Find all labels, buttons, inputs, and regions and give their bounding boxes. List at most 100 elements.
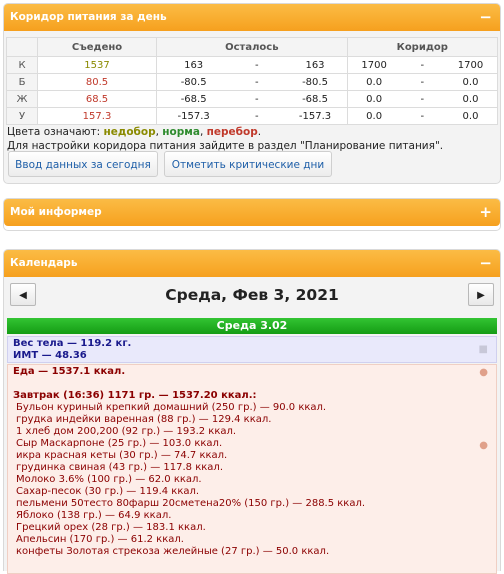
legend-prefix: Цвета означают: xyxy=(7,126,104,138)
legend-line: Цвета означают: недобор, норма, перебор. xyxy=(7,125,443,139)
mark-critical-days-button[interactable]: Отметить критические дни xyxy=(164,151,332,177)
collapse-icon[interactable]: − xyxy=(479,250,492,277)
list-item: пельмени 50тесто 80фарш 20сметена20% (15… xyxy=(16,498,366,509)
expand-icon[interactable]: + xyxy=(479,199,492,226)
header-corridor: Коридор xyxy=(346,37,499,57)
current-date: Среда, Фев 3, 2021 xyxy=(165,286,339,304)
collapse-icon[interactable]: − xyxy=(479,4,492,31)
corridor-b: 1700 xyxy=(457,59,484,71)
corridor-table: Съедено Осталось Коридор К 1537 163 - 16… xyxy=(6,37,499,125)
corridor-panel: Коридор питания за день − Съедено Остало… xyxy=(3,3,501,184)
prev-day-button[interactable]: ◀ xyxy=(10,283,36,306)
dash: - xyxy=(420,93,425,105)
table-row: Ж 68.5 -68.5 - -68.5 0.0 - 0.0 xyxy=(6,90,499,108)
dash: - xyxy=(420,110,425,122)
corridor-a: 1700 xyxy=(361,59,387,71)
header-eaten: Съедено xyxy=(37,37,157,57)
legend-norm: норма xyxy=(162,126,200,138)
list-item: Яблоко (138 гр.) — 64.9 ккал. xyxy=(16,510,172,521)
legend-sep: , xyxy=(199,126,207,138)
calendar-panel: Календарь − ◀ Среда, Фев 3, 2021 ▶ Среда… xyxy=(3,249,501,574)
chevron-right-icon: ▶ xyxy=(477,290,485,301)
apple-icon[interactable]: ● xyxy=(479,367,488,379)
apple-icon[interactable]: ● xyxy=(479,440,488,452)
corridor-cell: 0.0 - 0.0 xyxy=(346,73,499,91)
remaining-a: -68.5 xyxy=(180,93,207,105)
remaining-cell: -80.5 - -80.5 xyxy=(156,73,348,91)
corridor-b: 0.0 xyxy=(462,110,479,122)
dash: - xyxy=(255,59,259,71)
remaining-a: -80.5 xyxy=(180,76,207,88)
corridor-panel-header[interactable]: Коридор питания за день − xyxy=(4,4,500,31)
corridor-b: 0.0 xyxy=(462,76,479,88)
bmi-line: ИМТ — 48.36 xyxy=(13,350,87,361)
dash: - xyxy=(255,110,259,122)
weight-line: Вес тела — 119.2 кг. xyxy=(13,338,132,349)
informer-title: Мой информер xyxy=(10,206,102,218)
informer-panel: Мой информер + xyxy=(3,198,501,231)
list-item: Бульон куриный крепкий домашний (250 гр.… xyxy=(16,402,327,413)
corridor-a: 0.0 xyxy=(366,76,383,88)
dash: - xyxy=(255,93,259,105)
eaten-value: 157.3 xyxy=(37,107,157,125)
row-label: Ж xyxy=(6,90,38,108)
body-weight-block[interactable]: Вес тела — 119.2 кг. ИМТ — 48.36 ■ xyxy=(7,336,497,363)
enter-today-button[interactable]: Ввод данных за сегодня xyxy=(8,151,158,177)
list-item: Молоко 3.6% (100 гр.) — 62.0 ккал. xyxy=(16,474,202,485)
eaten-value: 68.5 xyxy=(37,90,157,108)
list-item: 1 хлеб дом 200,200 (92 гр.) — 193.2 ккал… xyxy=(16,426,237,437)
corridor-cell: 1700 - 1700 xyxy=(346,56,499,74)
row-label: К xyxy=(6,56,38,74)
header-remaining: Осталось xyxy=(156,37,348,57)
remaining-cell: -68.5 - -68.5 xyxy=(156,90,348,108)
row-label: Б xyxy=(6,73,38,91)
chevron-left-icon: ◀ xyxy=(19,290,27,301)
day-header: Среда 3.02 xyxy=(7,318,497,334)
dash: - xyxy=(420,76,425,88)
informer-panel-header[interactable]: Мой информер + xyxy=(4,199,500,226)
food-total: Еда — 1537.1 ккал. xyxy=(13,366,126,377)
legend-end: . xyxy=(257,126,262,138)
calendar-title: Календарь xyxy=(10,257,78,269)
meal-title: Завтрак (16:36) 1171 гр. — 1537.20 ккал.… xyxy=(13,390,257,401)
dash: - xyxy=(255,76,259,88)
list-item: Апельсин (170 гр.) — 61.2 ккал. xyxy=(16,534,184,545)
remaining-a: -157.3 xyxy=(177,110,210,122)
list-item: грудинка свиная (43 гр.) — 117.8 ккал. xyxy=(16,462,223,473)
list-item: грудка индейки варенная (88 гр.) — 129.4… xyxy=(16,414,272,425)
corridor-a: 0.0 xyxy=(366,93,383,105)
list-item: Сыр Маскарпоне (25 гр.) — 103.0 ккал. xyxy=(16,438,223,449)
remaining-cell: -157.3 - -157.3 xyxy=(156,107,348,125)
legend-under: недобор xyxy=(103,126,156,138)
list-item: икра красная кеты (30 гр.) — 74.7 ккал. xyxy=(16,450,228,461)
list-item: конфеты Золотая стрекоза желейные (27 гр… xyxy=(16,546,330,557)
color-legend: Цвета означают: недобор, норма, перебор.… xyxy=(7,125,443,153)
dash: - xyxy=(420,59,425,71)
remaining-cell: 163 - 163 xyxy=(156,56,348,74)
remaining-b: 163 xyxy=(305,59,325,71)
remaining-b: -157.3 xyxy=(298,110,332,122)
calendar-panel-header[interactable]: Календарь − xyxy=(4,250,500,277)
corridor-b: 0.0 xyxy=(462,93,479,105)
remaining-b: -68.5 xyxy=(302,93,328,105)
corridor-a: 0.0 xyxy=(366,110,383,122)
corridor-cell: 0.0 - 0.0 xyxy=(346,107,499,125)
table-row: К 1537 163 - 163 1700 - 1700 xyxy=(6,56,499,74)
remaining-b: -80.5 xyxy=(302,76,328,88)
corridor-cell: 0.0 - 0.0 xyxy=(346,90,499,108)
meal-items: Бульон куриный крепкий домашний (250 гр.… xyxy=(13,402,491,558)
food-block[interactable]: Еда — 1537.1 ккал. ● Завтрак (16:36) 117… xyxy=(7,364,497,574)
table-row: Б 80.5 -80.5 - -80.5 0.0 - 0.0 xyxy=(6,73,499,91)
eaten-value: 80.5 xyxy=(37,73,157,91)
corridor-title: Коридор питания за день xyxy=(10,11,167,23)
edit-icon[interactable]: ■ xyxy=(479,344,488,356)
row-label: У xyxy=(6,107,38,125)
table-row: У 157.3 -157.3 - -157.3 0.0 - 0.0 xyxy=(6,107,499,125)
list-item: Грецкий орех (28 гр.) — 183.1 ккал. xyxy=(16,522,206,533)
legend-over: перебор xyxy=(206,126,258,138)
header-label xyxy=(6,37,38,57)
eaten-value: 1537 xyxy=(37,56,157,74)
remaining-a: 163 xyxy=(184,59,204,71)
next-day-button[interactable]: ▶ xyxy=(468,283,494,306)
list-item: Сахар-песок (30 гр.) — 119.4 ккал. xyxy=(16,486,200,497)
